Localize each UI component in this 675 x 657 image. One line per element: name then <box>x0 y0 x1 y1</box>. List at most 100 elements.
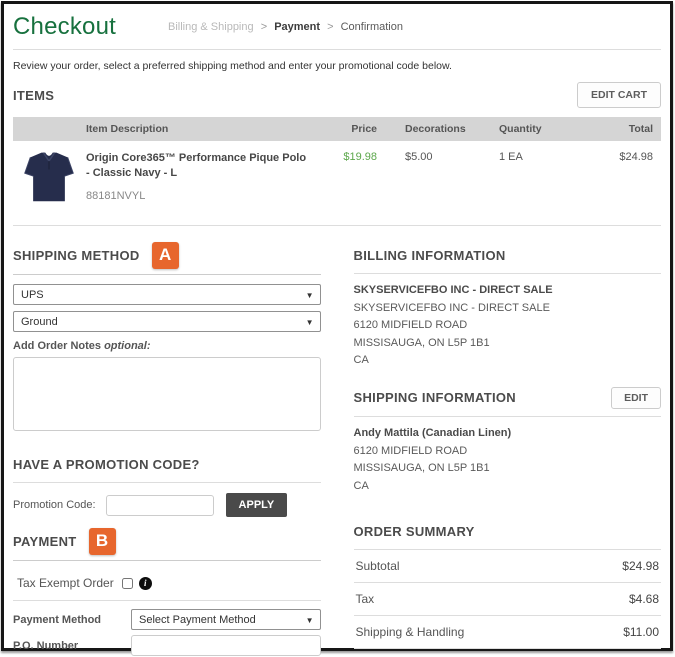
breadcrumb-separator: > <box>327 21 334 33</box>
breadcrumb-payment: Payment <box>274 21 321 33</box>
item-description-cell: Origin Core365™ Performance Pique Polo -… <box>86 147 307 202</box>
shipping-info-heading: SHIPPING INFORMATION <box>353 390 516 406</box>
billing-info-header: BILLING INFORMATION <box>354 241 662 269</box>
shipping-handling-value: $11.00 <box>623 625 659 640</box>
billing-line: SKYSERVICEFBO INC - DIRECT SALE <box>353 301 550 314</box>
breadcrumb: Billing & Shipping > Payment > Confirmat… <box>168 21 403 33</box>
payment-method-value: Select Payment Method <box>139 613 256 626</box>
tax-exempt-label: Tax Exempt Order <box>17 576 114 590</box>
po-number-row: P.O. Number <box>13 635 321 656</box>
order-notes-label: Add Order Notes optional: <box>13 340 151 352</box>
column-item-description: Item Description <box>86 123 169 135</box>
shipping-line: CA <box>353 479 369 492</box>
edit-shipping-button[interactable]: EDIT <box>611 386 661 409</box>
shipping-info-rule <box>353 415 661 417</box>
tax-exempt-checkbox[interactable] <box>121 577 133 589</box>
column-total: Total <box>628 123 653 135</box>
apply-button[interactable]: APPLY <box>225 493 288 517</box>
items-section-header: ITEMS EDIT CART <box>13 82 661 108</box>
payment-method-label: Payment Method <box>13 613 102 626</box>
right-column: BILLING INFORMATION SKYSERVICEFBO INC - … <box>353 233 662 657</box>
items-table-header: Item Description Price Decorations Quant… <box>13 117 661 141</box>
chevron-down-icon: ▼ <box>305 318 314 327</box>
billing-line: CA <box>353 354 369 367</box>
shipping-method-header: SHIPPING METHOD A <box>13 241 321 269</box>
service-select[interactable]: Ground ▼ <box>13 311 321 332</box>
column-price: Price <box>351 123 377 135</box>
summary-row-subtotal: Subtotal $24.98 <box>353 550 661 584</box>
shipping-method-rule <box>13 274 321 275</box>
tax-value: $4.68 <box>628 592 659 607</box>
billing-info-rule <box>353 273 661 274</box>
shipping-info-header: SHIPPING INFORMATION EDIT <box>353 384 661 412</box>
summary-row-total: Total $40.66 <box>354 649 662 657</box>
polo-shirt-image <box>24 152 74 202</box>
page-header: Checkout Billing & Shipping > Payment > … <box>13 12 661 42</box>
carrier-select[interactable]: UPS ▼ <box>13 284 321 305</box>
item-quantity: 1 EA <box>499 151 523 163</box>
shipping-handling-label: Shipping & Handling <box>355 625 465 640</box>
page-title: Checkout <box>13 13 116 40</box>
service-select-value: Ground <box>21 315 58 328</box>
order-notes-textarea[interactable] <box>13 357 321 431</box>
breadcrumb-confirmation: Confirmation <box>340 21 403 33</box>
payment-heading: PAYMENT <box>13 533 77 549</box>
promotion-code-input[interactable] <box>105 494 214 516</box>
tax-exempt-rule <box>13 600 321 601</box>
billing-line: SKYSERVICEFBO INC - DIRECT SALE <box>353 284 553 296</box>
promotion-rule <box>13 482 321 483</box>
shipping-line: Andy Mattila (Canadian Linen) <box>353 426 512 439</box>
order-notes-optional: optional: <box>104 340 151 352</box>
tax-label: Tax <box>355 592 375 607</box>
item-name: Origin Core365™ Performance Pique Polo -… <box>86 152 307 179</box>
payment-method-row: Payment Method Select Payment Method ▼ <box>13 609 321 630</box>
po-number-label: P.O. Number <box>13 639 79 652</box>
billing-info-heading: BILLING INFORMATION <box>353 247 506 263</box>
subtotal-label: Subtotal <box>355 559 400 574</box>
billing-address: SKYSERVICEFBO INC - DIRECT SALE SKYSERVI… <box>354 282 662 370</box>
shipping-method-heading: SHIPPING METHOD <box>13 247 140 263</box>
payment-method-select[interactable]: Select Payment Method ▼ <box>131 609 321 630</box>
shipping-line: MISSISAUGA, ON L5P 1B1 <box>353 462 490 475</box>
subtotal-value: $24.98 <box>622 559 659 574</box>
intro-text: Review your order, select a preferred sh… <box>13 60 452 72</box>
order-summary-heading: ORDER SUMMARY <box>353 523 475 539</box>
payment-header: PAYMENT B <box>13 527 321 555</box>
info-icon[interactable]: i <box>138 576 152 590</box>
edit-cart-button[interactable]: EDIT CART <box>577 82 661 108</box>
product-image <box>21 147 86 208</box>
promotion-row: Promotion Code: APPLY <box>13 493 321 517</box>
item-price: $19.98 <box>343 151 377 163</box>
billing-line: MISSISAUGA, ON L5P 1B1 <box>353 336 490 349</box>
annotation-badge-a: A <box>151 241 179 269</box>
shipping-line: 6120 MIDFIELD ROAD <box>353 444 468 457</box>
carrier-select-value: UPS <box>21 288 44 301</box>
promotion-heading: HAVE A PROMOTION CODE? <box>13 456 200 472</box>
chevron-down-icon: ▼ <box>305 616 314 625</box>
header-divider <box>13 49 661 50</box>
column-quantity: Quantity <box>499 123 542 135</box>
tax-exempt-row: Tax Exempt Order i <box>13 570 321 596</box>
left-column: SHIPPING METHOD A UPS ▼ Ground ▼ Add Ord… <box>13 233 321 657</box>
checkout-page: Checkout Billing & Shipping > Payment > … <box>1 1 673 656</box>
items-divider <box>13 225 661 226</box>
item-decorations: $5.00 <box>405 151 433 163</box>
items-heading: ITEMS <box>13 87 55 103</box>
breadcrumb-separator: > <box>260 21 268 33</box>
payment-rule <box>13 560 321 561</box>
table-row: Origin Core365™ Performance Pique Polo -… <box>13 141 661 218</box>
billing-line: 6120 MIDFIELD ROAD <box>353 319 468 332</box>
promotion-code-label: Promotion Code: <box>13 499 96 511</box>
breadcrumb-billing-shipping[interactable]: Billing & Shipping <box>168 21 254 33</box>
promotion-header: HAVE A PROMOTION CODE? <box>13 450 321 478</box>
order-summary-header: ORDER SUMMARY <box>354 517 662 545</box>
shipping-address: Andy Mattila (Canadian Linen) 6120 MIDFI… <box>354 425 662 495</box>
item-sku: 88181NVYL <box>86 189 146 202</box>
po-number-input[interactable] <box>131 635 321 656</box>
summary-row-shipping: Shipping & Handling $11.00 <box>353 616 661 650</box>
chevron-down-icon: ▼ <box>305 291 314 300</box>
summary-row-tax: Tax $4.68 <box>353 583 661 617</box>
column-decorations: Decorations <box>405 123 466 135</box>
annotation-badge-b: B <box>88 527 116 555</box>
item-total: $24.98 <box>619 151 653 163</box>
